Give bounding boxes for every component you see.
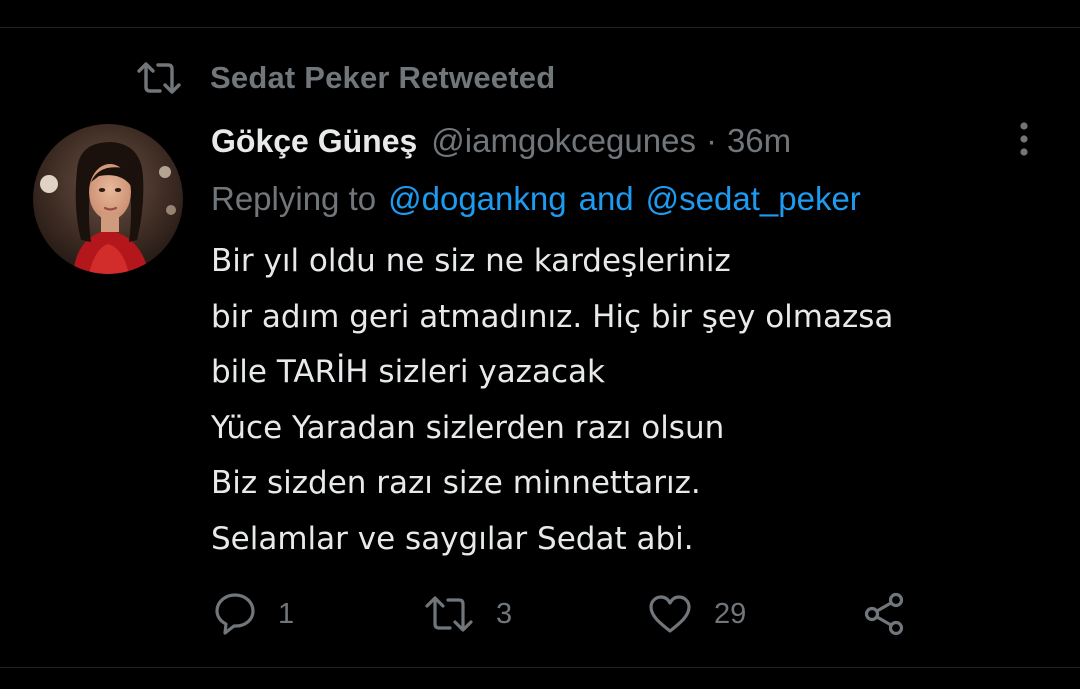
tweet-actions: 1 3 29 <box>214 590 934 638</box>
retweet-button[interactable]: 3 <box>424 590 512 638</box>
replying-to-label: Replying to <box>211 180 377 217</box>
like-count: 29 <box>714 597 747 630</box>
retweet-context[interactable]: Sedat Peker Retweeted <box>136 56 555 100</box>
reply-icon <box>214 592 256 636</box>
retweet-count: 3 <box>496 597 513 630</box>
tweet-text-line: Yüce Yaradan sizlerden razı olsun <box>211 409 725 446</box>
tweet-text-line: Biz sizden razı size minnettarız. <box>211 465 701 501</box>
reply-count: 1 <box>278 597 295 630</box>
mention-joiner: and <box>578 180 634 217</box>
share-icon <box>862 592 908 636</box>
reply-button[interactable]: 1 <box>214 590 294 638</box>
tweet-text-line: Selamlar ve saygılar Sedat abi. <box>211 520 694 557</box>
retweet-icon <box>136 61 182 95</box>
tweet-timestamp[interactable]: 36m <box>727 122 791 160</box>
replying-to: Replying to @dogankng and @sedat_peker <box>211 176 861 222</box>
share-button[interactable] <box>862 590 908 638</box>
tweet-header: Gökçe Güneş @iamgokcegunes · 36m <box>211 118 791 164</box>
avatar[interactable] <box>33 124 183 274</box>
bottom-divider <box>0 667 1080 668</box>
tweet-text-line: Bir yıl oldu ne siz ne kardeşleriniz <box>211 243 731 279</box>
author-handle[interactable]: @iamgokcegunes <box>431 122 696 160</box>
mention-link[interactable]: @sedat_peker <box>646 180 861 218</box>
author-name[interactable]: Gökçe Güneş <box>211 123 417 160</box>
tweet-text: Bir yıl oldu ne siz ne kardeşleriniz bir… <box>211 234 1051 567</box>
retweet-icon <box>424 595 474 633</box>
retweeted-by-label[interactable]: Sedat Peker Retweeted <box>210 60 555 96</box>
more-options-icon[interactable] <box>1010 120 1038 158</box>
mention-link[interactable]: @dogankng <box>388 180 566 218</box>
top-divider <box>0 27 1080 28</box>
tweet-text-line: bir adım geri atmadınız. Hiç bir şey olm… <box>211 298 894 335</box>
tweet-text-line: bile TARİH sizleri yazacak <box>211 354 605 390</box>
heart-icon <box>648 594 692 634</box>
like-button[interactable]: 29 <box>648 590 746 638</box>
header-separator: · <box>705 122 717 159</box>
